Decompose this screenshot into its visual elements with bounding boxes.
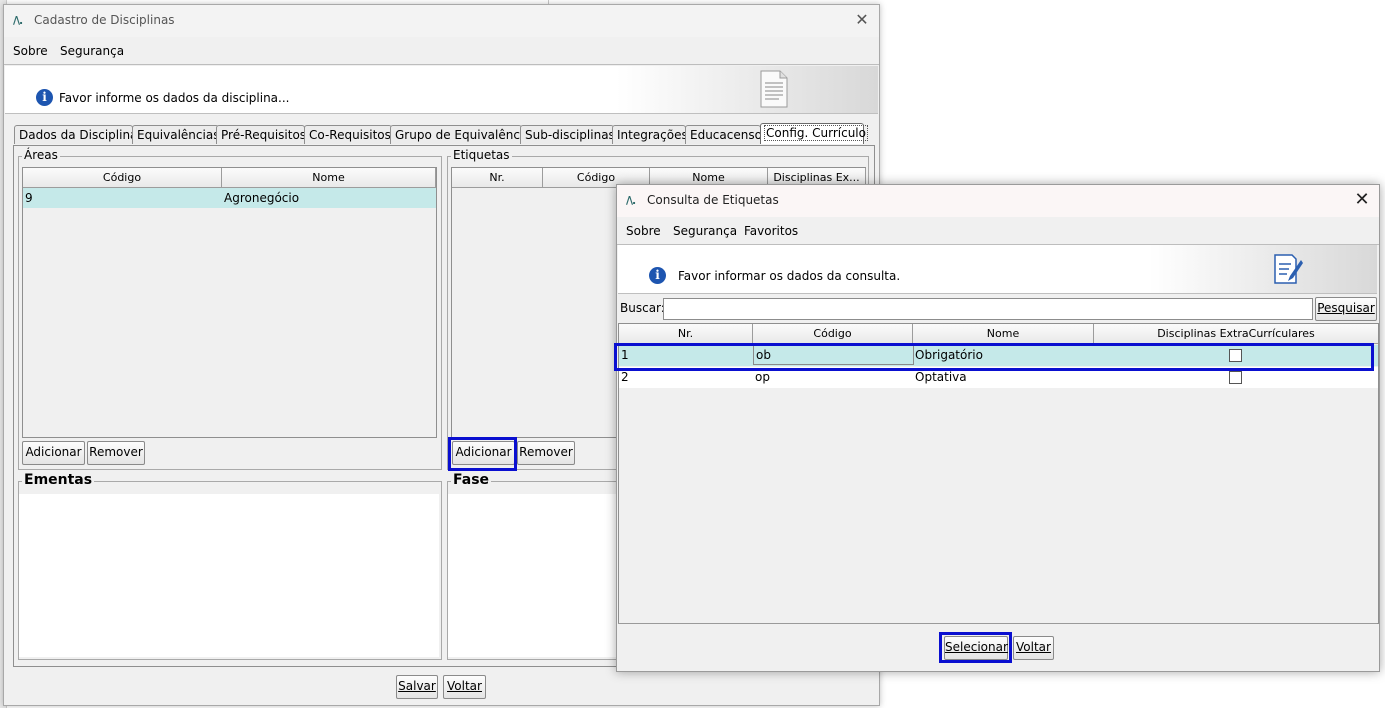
dialog-title: Consulta de Etiquetas	[647, 193, 779, 207]
tab-config-curriculo-label: Config. Currículo	[764, 125, 868, 141]
close-icon[interactable]: ✕	[851, 9, 873, 31]
dialog-info-text: Favor informar os dados da consulta.	[678, 269, 901, 283]
areas-col-nome[interactable]: Nome	[222, 168, 436, 188]
table-row[interactable]: 9 Agronegócio	[23, 188, 436, 208]
tab-educacenso[interactable]: Educacenso	[685, 125, 762, 144]
tab-sub-disciplinas[interactable]: Sub-disciplinas	[520, 125, 615, 144]
tab-dados-disciplina[interactable]: Dados da Disciplina	[14, 125, 137, 144]
col-codigo[interactable]: Código	[753, 324, 913, 344]
dialog-menu-bar: Sobre Segurança Favoritos	[617, 218, 1379, 245]
title-bar: /\. Cadastro de Disciplinas ✕	[4, 5, 879, 37]
back-button[interactable]: Voltar	[443, 675, 486, 699]
tab-co-requisitos[interactable]: Co-Requisitos	[304, 125, 392, 144]
menu-favoritos[interactable]: Favoritos	[744, 224, 798, 238]
col-nome[interactable]: Nome	[913, 324, 1094, 344]
areas-add-button[interactable]: Adicionar	[22, 441, 85, 465]
areas-label: Áreas	[22, 148, 60, 162]
col-extra[interactable]: Disciplinas ExtraCurrículares	[1094, 324, 1378, 344]
search-input[interactable]	[663, 298, 1313, 320]
etiquetas-label: Etiquetas	[451, 148, 512, 162]
tab-grupo-equivalencia[interactable]: Grupo de Equivalência	[390, 125, 531, 144]
search-label: Buscar:	[620, 301, 665, 315]
menu-bar: Sobre Segurança	[4, 38, 879, 65]
ementas-label: Ementas	[22, 472, 95, 488]
tab-pre-requisitos[interactable]: Pré-Requisitos	[216, 125, 306, 144]
areas-table[interactable]: Código Nome 9 Agronegócio	[22, 167, 437, 438]
app-logo-icon: /\.	[626, 194, 636, 207]
areas-col-codigo[interactable]: Código	[23, 168, 222, 188]
dialog-button-bar: Selecionar Voltar	[618, 623, 1377, 671]
highlight-add-button	[448, 437, 517, 471]
save-button[interactable]: Salvar	[396, 675, 438, 699]
highlight-selected-row	[614, 343, 1374, 371]
fase-label: Fase	[451, 472, 492, 488]
close-icon[interactable]: ✕	[1351, 189, 1373, 211]
menu-seguranca[interactable]: Segurança	[673, 224, 737, 238]
tab-equivalencias[interactable]: Equivalências	[132, 125, 219, 144]
menu-seguranca[interactable]: Segurança	[60, 44, 124, 58]
cell-codigo: 9	[25, 191, 33, 205]
info-text: Favor informe os dados da disciplina...	[59, 91, 290, 105]
cell-nome: Agronegócio	[224, 191, 300, 205]
dialog-back-button-label: Voltar	[1016, 640, 1051, 654]
etiquetas-remove-button[interactable]: Remover	[517, 441, 575, 465]
areas-group: Áreas Código Nome 9 Agronegócio Adiciona…	[18, 148, 442, 470]
back-button-label: Voltar	[447, 679, 482, 693]
search-button[interactable]: Pesquisar	[1315, 297, 1377, 321]
col-nr[interactable]: Nr.	[619, 324, 753, 344]
etiquetas-col-nr[interactable]: Nr.	[452, 168, 543, 188]
menu-sobre[interactable]: Sobre	[13, 44, 48, 58]
consulta-etiquetas-dialog: /\. Consulta de Etiquetas ✕ Sobre Segura…	[614, 184, 1380, 672]
areas-remove-button[interactable]: Remover	[87, 441, 145, 465]
dialog-info-panel: i Favor informar os dados da consulta.	[618, 245, 1377, 294]
tab-integracoes[interactable]: Integrações	[612, 125, 688, 144]
menu-sobre[interactable]: Sobre	[626, 224, 661, 238]
highlight-select-button	[939, 632, 1012, 663]
search-row: Buscar: Pesquisar	[617, 296, 1379, 322]
info-icon: i	[36, 89, 53, 106]
window-title: Cadastro de Disciplinas	[34, 13, 175, 27]
info-icon: i	[649, 267, 666, 284]
tab-config-curriculo[interactable]: Config. Currículo	[760, 123, 868, 144]
dialog-title-bar: /\. Consulta de Etiquetas ✕	[617, 185, 1379, 217]
save-button-label: Salvar	[398, 679, 436, 693]
app-logo-icon: /\.	[13, 14, 23, 27]
edit-document-icon	[1274, 254, 1303, 284]
ementas-group: Ementas	[18, 472, 442, 660]
extra-checkbox[interactable]	[1229, 371, 1242, 384]
search-button-label: Pesquisar	[1317, 301, 1375, 315]
document-icon	[760, 70, 788, 108]
dialog-back-button[interactable]: Voltar	[1013, 636, 1054, 660]
info-panel: i Favor informe os dados da disciplina..…	[5, 66, 878, 114]
ementas-textarea[interactable]	[19, 494, 439, 657]
